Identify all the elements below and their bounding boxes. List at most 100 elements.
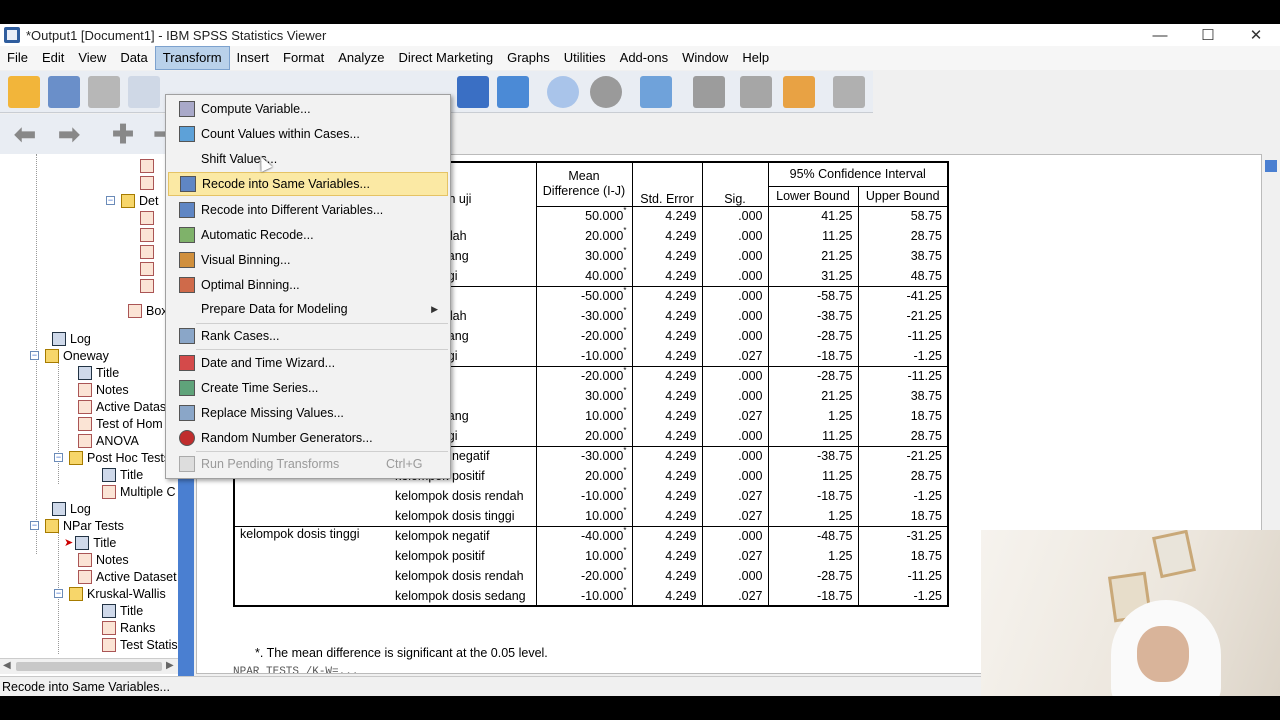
outline-title-3[interactable]: ➤ Title <box>64 534 116 551</box>
save-icon[interactable] <box>48 76 80 108</box>
outline-boxplot-item[interactable]: Box <box>128 302 168 319</box>
menu-item-recode-same-variables[interactable]: Recode into Same Variables... <box>168 172 448 196</box>
outline-ranks[interactable]: Ranks <box>102 619 155 636</box>
menu-item-label: Random Number Generators... <box>201 431 373 445</box>
menu-help[interactable]: Help <box>735 46 776 70</box>
menu-item-create-time-series[interactable]: Create Time Series... <box>168 376 448 400</box>
arrow-left-icon[interactable]: ⬅ <box>12 121 38 147</box>
menu-analyze[interactable]: Analyze <box>331 46 391 70</box>
menu-window[interactable]: Window <box>675 46 735 70</box>
outline-oneway[interactable]: − Oneway <box>30 347 109 364</box>
outline-test-homogeneity[interactable]: Test of Hom <box>78 415 163 432</box>
outline-title-1[interactable]: Title <box>78 364 119 381</box>
significance-marker: * <box>623 345 627 355</box>
menu-item-shift-values[interactable]: Shift Values... <box>168 147 448 171</box>
select-cases-icon[interactable] <box>547 76 579 108</box>
outline-anova[interactable]: ANOVA <box>78 432 139 449</box>
cell-lower-bound-value: 1.25 <box>828 508 853 523</box>
outline-title-2[interactable]: Title <box>102 466 143 483</box>
cell-mean-difference: -40.000* <box>536 525 633 546</box>
outline-chart-item[interactable] <box>140 260 158 277</box>
weight-cases-icon[interactable] <box>590 76 622 108</box>
open-folder-icon[interactable] <box>8 76 40 108</box>
scroll-up-icon[interactable] <box>1265 160 1277 172</box>
table-icon <box>78 433 92 448</box>
content-vertical-scrollbar[interactable] <box>1262 158 1280 550</box>
outline-log-2[interactable]: Log <box>52 500 91 517</box>
menu-graphs[interactable]: Graphs <box>500 46 557 70</box>
menu-item-replace-missing-values[interactable]: Replace Missing Values... <box>168 401 448 425</box>
run-script-icon[interactable] <box>783 76 815 108</box>
minimize-button[interactable]: — <box>1136 24 1184 46</box>
menu-file[interactable]: File <box>0 46 35 70</box>
outline-horizontal-scrollbar[interactable]: ◀ ▶ <box>0 658 178 674</box>
menu-direct-marketing[interactable]: Direct Marketing <box>391 46 500 70</box>
outline-active-dataset-1[interactable]: Active Datas <box>78 398 166 415</box>
outline-post-hoc[interactable]: − Post Hoc Tests <box>54 449 170 466</box>
outline-descriptives-node[interactable]: − Det <box>106 192 158 209</box>
menu-utilities[interactable]: Utilities <box>557 46 613 70</box>
close-button[interactable]: ✕ <box>1232 24 1280 46</box>
cell-upper-bound: 38.75 <box>858 386 949 406</box>
menu-add-ons[interactable]: Add-ons <box>613 46 675 70</box>
menu-edit[interactable]: Edit <box>35 46 71 70</box>
menu-item-count-values[interactable]: Count Values within Cases... <box>168 122 448 146</box>
arrow-right-icon[interactable]: ➡ <box>56 121 82 147</box>
variables-icon[interactable] <box>497 76 529 108</box>
cell-std-error: 4.249 <box>632 525 703 546</box>
table-icon <box>78 416 92 431</box>
menu-format[interactable]: Format <box>276 46 331 70</box>
outline-multiple-comparisons[interactable]: Multiple C <box>102 483 176 500</box>
outline-title-4[interactable]: Title <box>102 602 143 619</box>
scroll-left-icon[interactable]: ◀ <box>3 660 11 671</box>
print-preview-icon[interactable] <box>128 76 160 108</box>
dice-icon <box>179 430 195 446</box>
import-data-icon[interactable] <box>457 76 489 108</box>
menu-item-random-number-generators[interactable]: Random Number Generators... <box>168 426 448 450</box>
outline-chart-item[interactable] <box>140 174 158 191</box>
menu-item-run-pending-transforms: Run Pending Transforms Ctrl+G <box>168 452 448 476</box>
outline-test-statistics[interactable]: Test Statis <box>102 636 178 653</box>
split-file-icon[interactable] <box>640 76 672 108</box>
outline-chart-item[interactable] <box>140 209 158 226</box>
expand-plus-icon[interactable]: ✚ <box>110 121 136 147</box>
cell-std-error-value: 4.249 <box>665 549 697 563</box>
header-sig: Sig. <box>701 161 769 207</box>
outline-active-dataset-2[interactable]: Active Dataset <box>78 568 177 585</box>
menu-item-date-time-wizard[interactable]: Date and Time Wizard... <box>168 351 448 375</box>
show-output-icon[interactable] <box>833 76 865 108</box>
outline-chart-item[interactable] <box>140 277 158 294</box>
menu-insert[interactable]: Insert <box>230 46 277 70</box>
designate-window-icon[interactable] <box>693 76 725 108</box>
outline-chart-item[interactable] <box>140 226 158 243</box>
scroll-thumb[interactable] <box>16 662 162 671</box>
outline-chart-item[interactable] <box>140 243 158 260</box>
cell-group-i <box>233 546 390 566</box>
menu-item-rank-cases[interactable]: Rank Cases... <box>168 324 448 348</box>
outline-kruskal-wallis[interactable]: − Kruskal-Wallis <box>54 585 166 602</box>
menu-item-label: Recode into Same Variables... <box>202 177 370 191</box>
menu-view[interactable]: View <box>71 46 113 70</box>
outline-log-1[interactable]: Log <box>52 330 91 347</box>
cell-std-error: 4.249 <box>632 306 703 326</box>
outline-notes-1[interactable]: Notes <box>78 381 129 398</box>
cell-mean-difference: 10.000* <box>536 406 633 426</box>
outline-notes-2[interactable]: Notes <box>78 551 129 568</box>
menu-item-visual-binning[interactable]: Visual Binning... <box>168 248 448 272</box>
menu-transform[interactable]: Transform <box>154 46 230 70</box>
maximize-button[interactable]: ☐ <box>1184 24 1232 46</box>
edit-output-icon[interactable] <box>740 76 772 108</box>
scroll-right-icon[interactable]: ▶ <box>166 660 174 671</box>
print-icon[interactable] <box>88 76 120 108</box>
cell-upper-bound-value: -21.25 <box>906 449 942 464</box>
menu-item-prepare-data-modeling[interactable]: Prepare Data for Modeling ▶ <box>168 297 448 321</box>
cell-sig-value: .027 <box>738 348 763 363</box>
menu-item-recode-different-variables[interactable]: Recode into Different Variables... <box>168 198 448 222</box>
outline-chart-item[interactable] <box>140 157 158 174</box>
menu-item-optimal-binning[interactable]: Optimal Binning... <box>168 273 448 297</box>
menu-item-compute-variable[interactable]: Compute Variable... <box>168 97 448 121</box>
cell-mean-difference-value: 30.000 <box>585 389 624 403</box>
outline-npar-tests[interactable]: − NPar Tests <box>30 517 124 534</box>
menu-item-automatic-recode[interactable]: Automatic Recode... <box>168 223 448 247</box>
menu-data[interactable]: Data <box>113 46 154 70</box>
